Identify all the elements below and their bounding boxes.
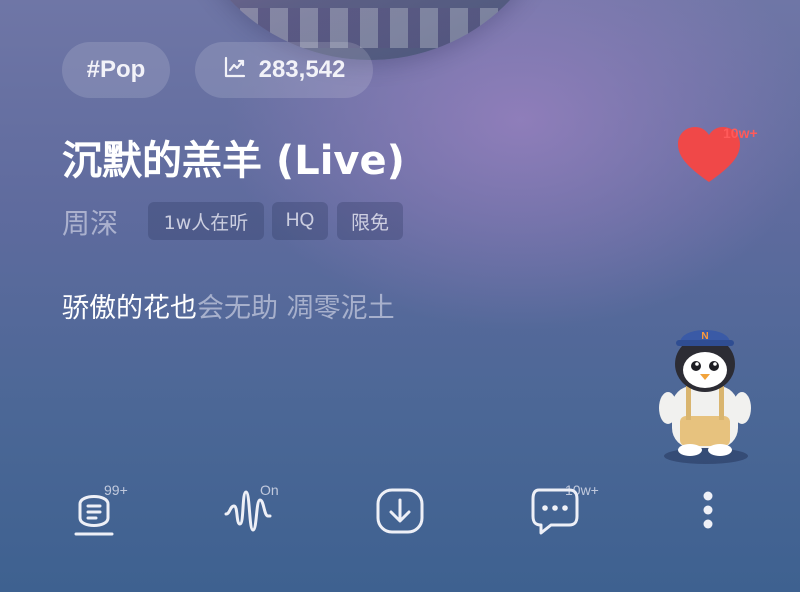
genre-tag-label: #Pop: [86, 56, 146, 83]
lyric-unsung-part: 会无助 凋零泥土: [197, 293, 395, 324]
song-title: 沉默的羔羊 (Live): [62, 138, 405, 184]
artist-name[interactable]: 周深: [62, 202, 118, 242]
sound-effect-state: On: [260, 482, 279, 498]
play-count-chip[interactable]: 283,542: [195, 42, 373, 98]
svg-text:N: N: [701, 331, 708, 342]
lyric-sung-part: 骄傲的花也: [62, 293, 197, 324]
penguin-mascot[interactable]: N: [650, 320, 760, 468]
trending-icon: [223, 55, 247, 86]
play-count-label: 283,542: [258, 56, 346, 83]
more-button[interactable]: [690, 480, 726, 540]
more-icon: [703, 491, 713, 529]
current-lyric-line[interactable]: 骄傲的花也会无助 凋零泥土: [62, 286, 395, 325]
download-icon: [376, 488, 424, 534]
like-count: 10w+: [723, 125, 758, 141]
comments-button[interactable]: 10w+: [529, 480, 599, 540]
sound-effect-button[interactable]: On: [222, 480, 286, 540]
download-button[interactable]: [376, 480, 440, 540]
lyrics-badge: 99+: [104, 482, 128, 498]
quality-badge[interactable]: HQ: [272, 202, 328, 240]
free-badge[interactable]: 限免: [337, 202, 403, 240]
listeners-badge[interactable]: 1w人在听: [148, 202, 264, 240]
lyrics-button[interactable]: 99+: [68, 480, 132, 540]
genre-tag-chip[interactable]: #Pop: [62, 42, 170, 98]
comments-count: 10w+: [565, 482, 599, 498]
